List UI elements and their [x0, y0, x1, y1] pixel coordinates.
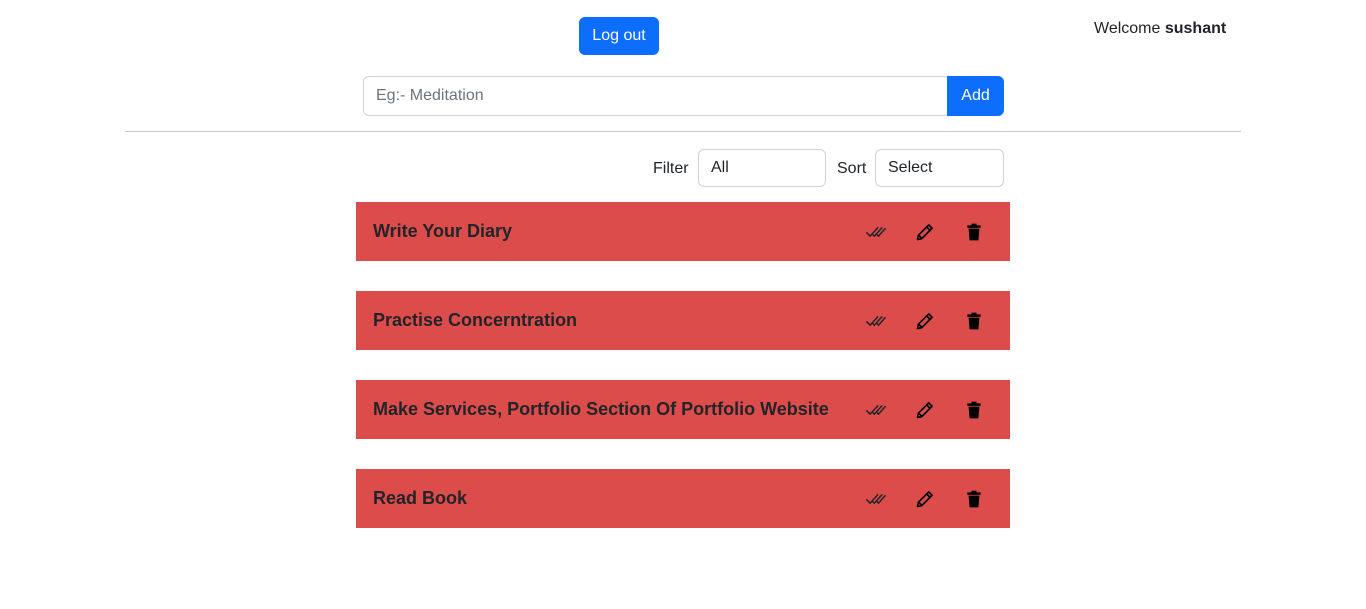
filter-select[interactable]: All — [698, 149, 826, 187]
pencil-icon[interactable] — [914, 399, 936, 421]
todo-item: Practise Concerntration — [356, 291, 1010, 350]
welcome-prefix: Welcome — [1094, 20, 1161, 37]
todo-item: Read Book — [356, 469, 1010, 528]
double-check-icon[interactable] — [865, 310, 887, 332]
todo-item: Write Your Diary — [356, 202, 1010, 261]
trash-icon[interactable] — [963, 488, 985, 510]
add-button[interactable]: Add — [947, 76, 1004, 116]
pencil-icon[interactable] — [914, 488, 936, 510]
double-check-icon[interactable] — [865, 399, 887, 421]
pencil-icon[interactable] — [914, 221, 936, 243]
logout-button[interactable]: Log out — [579, 17, 659, 55]
pencil-icon[interactable] — [914, 310, 936, 332]
sort-label: Sort — [837, 160, 867, 177]
sort-select[interactable]: Select — [875, 149, 1004, 187]
add-todo-form: Add — [363, 76, 1004, 116]
trash-icon[interactable] — [963, 399, 985, 421]
double-check-icon[interactable] — [865, 488, 887, 510]
trash-icon[interactable] — [963, 310, 985, 332]
username: sushant — [1164, 20, 1227, 37]
todo-item: Make Services, Portfolio Section Of Port… — [356, 380, 1010, 439]
double-check-icon[interactable] — [865, 221, 887, 243]
todo-input[interactable] — [363, 76, 947, 116]
divider — [125, 131, 1241, 132]
filter-label: Filter — [653, 160, 689, 177]
welcome-message: Welcome sushant — [1094, 19, 1226, 39]
trash-icon[interactable] — [963, 221, 985, 243]
